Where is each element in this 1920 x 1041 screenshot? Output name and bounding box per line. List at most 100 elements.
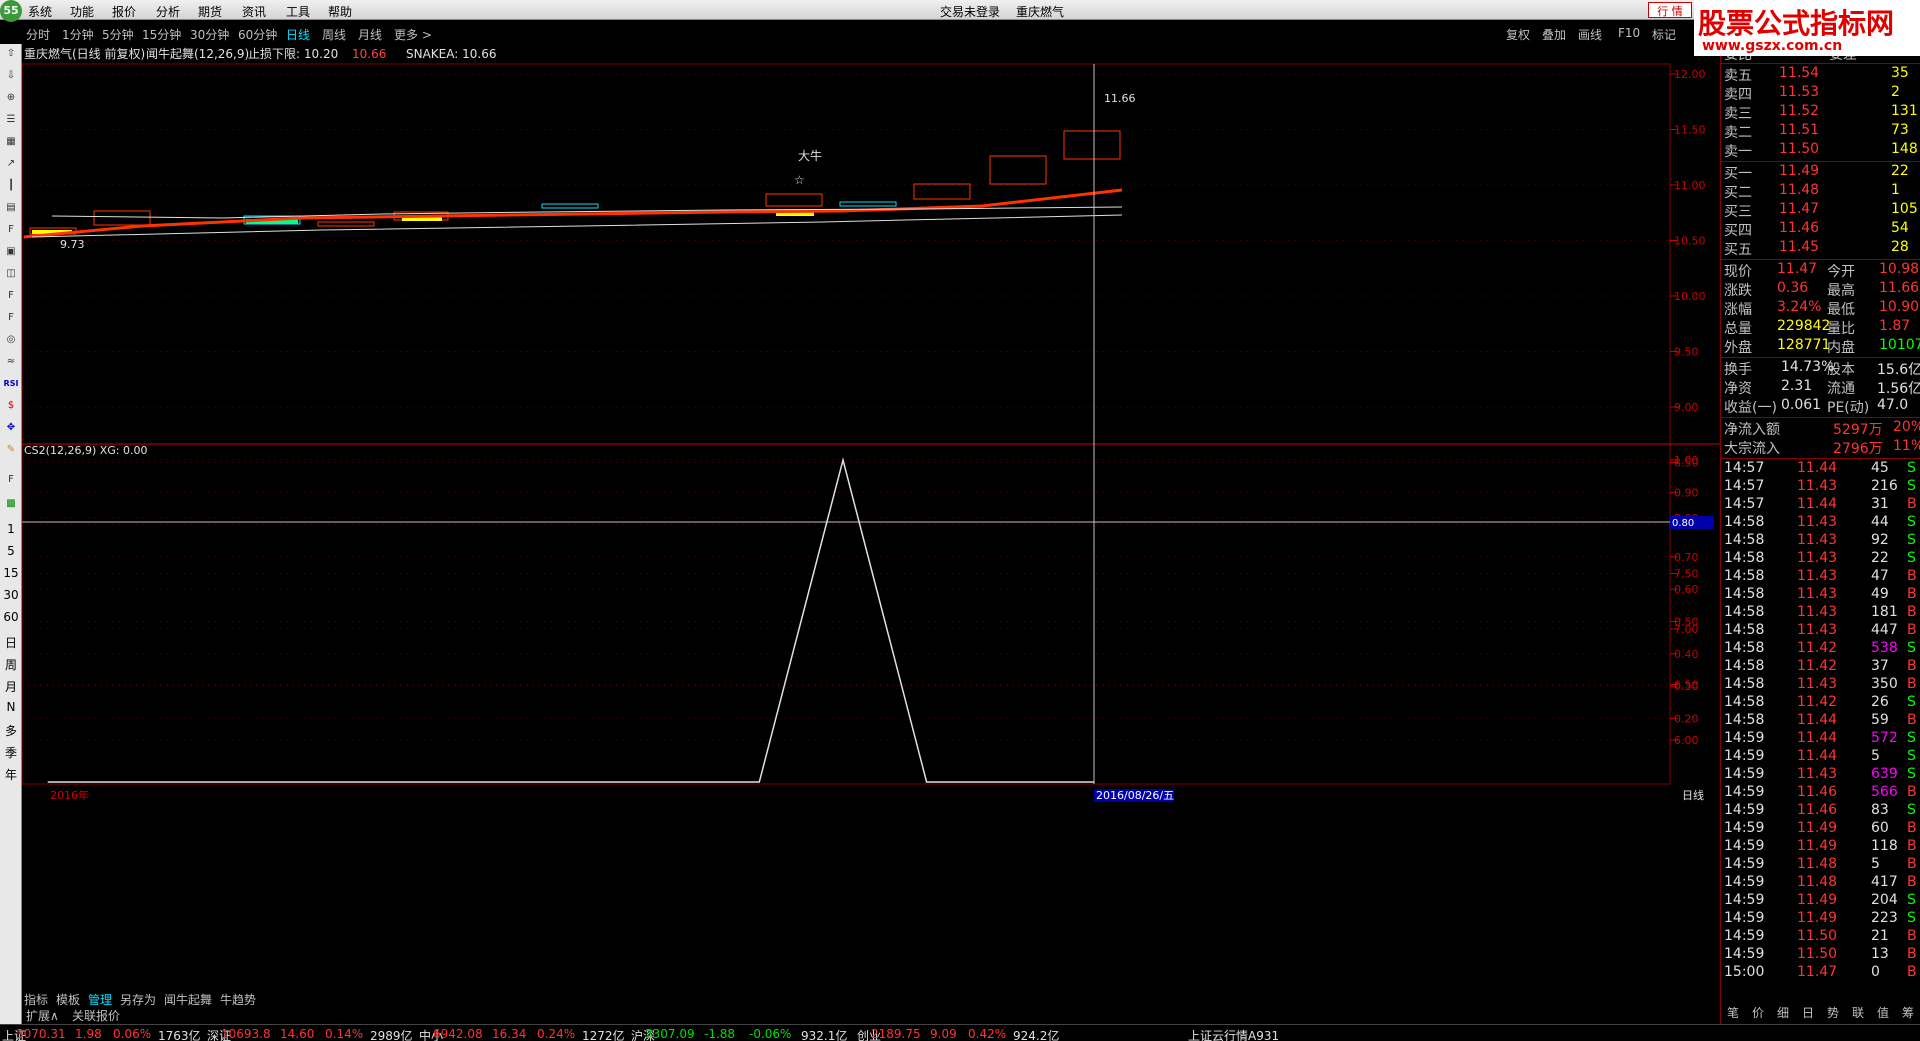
tick-row-cell: 11.49 <box>1797 910 1838 926</box>
quote-tab-0[interactable]: 笔 <box>1727 1004 1739 1021</box>
tab-related[interactable]: 关联报价 <box>72 1007 120 1024</box>
tick-row-cell: 11.44 <box>1797 748 1838 764</box>
tab-wenniu[interactable]: 闻牛起舞 <box>164 991 212 1008</box>
tab-niuqushi[interactable]: 牛趋势 <box>220 991 256 1008</box>
quote-tab[interactable]: 行 情 <box>1648 2 1692 18</box>
tab-indicator[interactable]: 指标 <box>24 991 48 1008</box>
period-toolbar: 分时 1分钟 5分钟 15分钟 30分钟 60分钟 日线 周线 月线 更多 > … <box>22 22 1722 44</box>
period-15[interactable]: 15 <box>0 566 22 580</box>
sub-tick-label: 1.00 <box>1674 454 1699 467</box>
period-1[interactable]: 1 <box>0 522 22 536</box>
period-year[interactable]: 年 <box>0 766 22 783</box>
arrow-down-icon[interactable]: ⇩ <box>3 68 19 84</box>
period-tab-5min[interactable]: 5分钟 <box>102 26 134 43</box>
box-icon[interactable]: ◫ <box>3 266 19 282</box>
tick-row: 14:59 11.49 118 B <box>1721 838 1920 857</box>
tab-manage[interactable]: 管理 <box>88 991 112 1008</box>
period-week[interactable]: 周 <box>0 656 22 673</box>
indicator-label: 闻牛起舞(12,26,9) <box>146 46 249 61</box>
line-chart-icon[interactable]: ↗ <box>3 156 19 172</box>
draw-button[interactable]: 画线 <box>1578 26 1602 43</box>
tick-row-cell: S <box>1907 892 1916 908</box>
stat2-row-cell: 收益(一) <box>1724 400 1777 416</box>
sub-indicator-label: CS2(12,26,9) XG: 0.00 <box>24 444 147 457</box>
period-tab-timeshare[interactable]: 分时 <box>26 26 50 43</box>
kline-chart[interactable]: 重庆燃气(日线 前复权) 闻牛起舞(12,26,9) 止损下限: 10.20 1… <box>22 44 1722 1024</box>
period-n[interactable]: N <box>0 700 22 714</box>
f10b-icon[interactable]: F <box>3 310 19 326</box>
menu-quote[interactable]: 报价 <box>112 3 136 20</box>
quote-tab-5[interactable]: 联 <box>1852 1004 1864 1021</box>
tick-row: 14:58 11.42 37 B <box>1721 658 1920 677</box>
period-tab-60min[interactable]: 60分钟 <box>238 26 277 43</box>
stat-row-cell: 最低 <box>1827 302 1855 318</box>
quote-tab-2[interactable]: 细 <box>1777 1004 1789 1021</box>
tick-row-cell: 14:57 <box>1724 478 1765 494</box>
mark-button[interactable]: 标记 <box>1652 26 1676 43</box>
period-multi[interactable]: 多 <box>0 722 22 739</box>
quote-tab-6[interactable]: 值 <box>1877 1004 1889 1021</box>
overlay-button[interactable]: 叠加 <box>1542 26 1566 43</box>
quote-tab-4[interactable]: 势 <box>1827 1004 1839 1021</box>
quote-tab-7[interactable]: 筹 <box>1902 1004 1914 1021</box>
grid-icon[interactable]: ▦ <box>3 134 19 150</box>
wave-icon[interactable]: ≈ <box>3 354 19 370</box>
tick-row-cell: 14:58 <box>1724 586 1765 602</box>
move-icon[interactable]: ✥ <box>3 420 19 436</box>
stat2-row-cell: 2.31 <box>1781 378 1813 394</box>
quote-tab-1[interactable]: 价 <box>1752 1004 1764 1021</box>
f12-icon[interactable]: F <box>3 288 19 304</box>
period-tab-daily[interactable]: 日线 <box>286 26 310 43</box>
list-icon[interactable]: ☰ <box>3 112 19 128</box>
tab-expand[interactable]: 扩展∧ <box>26 1007 59 1024</box>
period-tab-weekly[interactable]: 周线 <box>322 26 346 43</box>
period-tab-more[interactable]: 更多 > <box>394 26 432 43</box>
f10-button[interactable]: F10 <box>1618 26 1640 40</box>
menu-system[interactable]: 系统 <box>28 3 52 20</box>
period-tab-monthly[interactable]: 月线 <box>358 26 382 43</box>
cursor-date: 2016/08/26/五 <box>1096 789 1174 802</box>
menu-news[interactable]: 资讯 <box>242 3 266 20</box>
menu-help[interactable]: 帮助 <box>328 3 352 20</box>
tick-row: 14:59 11.46 83 S <box>1721 802 1920 821</box>
tick-row-cell: 572 <box>1871 730 1898 746</box>
period-season[interactable]: 季 <box>0 744 22 761</box>
table-icon[interactable]: ▤ <box>3 200 19 216</box>
period-tab-1min[interactable]: 1分钟 <box>62 26 94 43</box>
tick-row-cell: 37 <box>1871 658 1889 674</box>
period-30[interactable]: 30 <box>0 588 22 602</box>
f10-icon[interactable]: F <box>3 222 19 238</box>
period-5[interactable]: 5 <box>0 544 22 558</box>
app-logo[interactable]: 55 <box>0 0 22 22</box>
menu-futures[interactable]: 期货 <box>198 3 222 20</box>
tab-template[interactable]: 模板 <box>56 991 80 1008</box>
period-tab-15min[interactable]: 15分钟 <box>142 26 181 43</box>
index-cell: 1.98 <box>75 1027 102 1041</box>
menu-analysis[interactable]: 分析 <box>156 3 180 20</box>
cs2-point <box>926 781 928 783</box>
cycle-icon[interactable]: ◎ <box>3 332 19 348</box>
dollar-icon[interactable]: $ <box>3 398 19 414</box>
stat-row-cell: 10.90 <box>1879 299 1920 315</box>
f5-icon[interactable]: F <box>3 472 19 488</box>
zoom-icon[interactable]: ⊕ <box>3 90 19 106</box>
menu-function[interactable]: 功能 <box>70 3 94 20</box>
period-day[interactable]: 日 <box>0 634 22 651</box>
period-60[interactable]: 60 <box>0 610 22 624</box>
quote-tab-3[interactable]: 日 <box>1802 1004 1814 1021</box>
tick-row-cell: 11.43 <box>1797 514 1838 530</box>
doc-icon[interactable]: ▣ <box>3 244 19 260</box>
tab-saveas[interactable]: 另存为 <box>120 991 156 1008</box>
bid-row: 买二 11.48 1 <box>1721 182 1920 201</box>
adjust-button[interactable]: 复权 <box>1506 26 1530 43</box>
menu-tools[interactable]: 工具 <box>286 3 310 20</box>
period-tab-30min[interactable]: 30分钟 <box>190 26 229 43</box>
candle-icon[interactable]: ┃ <box>3 178 19 194</box>
cs2-point <box>465 781 467 783</box>
tick-row-cell: 14:59 <box>1724 874 1765 890</box>
arrow-up-icon[interactable]: ⇧ <box>3 46 19 62</box>
rsi-icon[interactable]: RSI <box>3 376 19 392</box>
image-icon[interactable]: ▩ <box>3 496 19 512</box>
pencil-icon[interactable]: ✎ <box>3 442 19 458</box>
period-month[interactable]: 月 <box>0 678 22 695</box>
